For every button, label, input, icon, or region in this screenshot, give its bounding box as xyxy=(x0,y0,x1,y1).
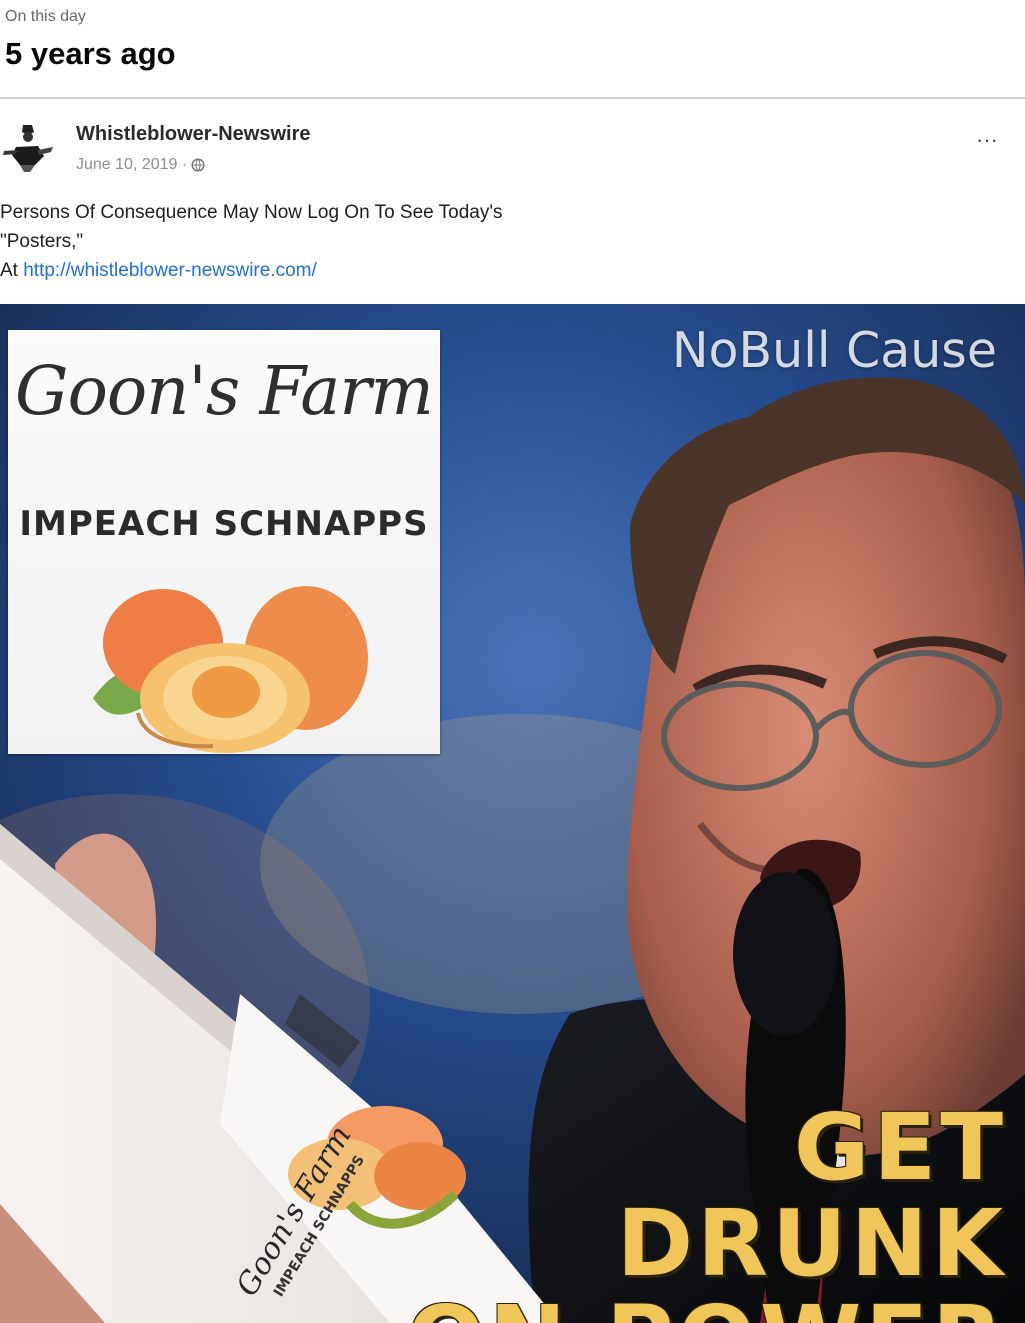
card-brand-title: Goon's Farm xyxy=(15,352,434,430)
post-header: Whistleblower-Newswire June 10, 2019 · ·… xyxy=(0,99,1025,199)
author-name[interactable]: Whistleblower-Newswire xyxy=(76,123,311,146)
product-card: Goon's Farm IMPEACH SCHNAPPS xyxy=(8,330,440,754)
woodcut-avatar-icon xyxy=(0,117,56,173)
post-image[interactable]: Goon's Farm IMPEACH SCHNAPPS NoBull Caus… xyxy=(0,304,1025,1323)
watermark: NoBull Cause xyxy=(671,322,997,379)
post-link-line: At http://whistleblower-newswire.com/ xyxy=(0,256,700,285)
post-text-line-1: Persons Of Consequence May Now Log On To… xyxy=(0,202,503,223)
author-avatar[interactable] xyxy=(0,117,56,173)
headline-line-1: GET DRUNK xyxy=(616,1094,1007,1297)
post-link[interactable]: http://whistleblower-newswire.com/ xyxy=(23,260,317,281)
memory-title: 5 years ago xyxy=(5,36,176,71)
post-meta: June 10, 2019 · xyxy=(76,156,205,174)
card-product-name: IMPEACH SCHNAPPS xyxy=(19,504,429,544)
post-date[interactable]: June 10, 2019 · xyxy=(76,156,187,174)
more-options-button[interactable]: ··· xyxy=(970,129,1004,157)
post-link-prefix: At xyxy=(0,260,18,281)
headline-line-2: ON POWER xyxy=(387,1292,1007,1323)
memory-kicker: On this day xyxy=(5,8,86,25)
peach-illustration-icon xyxy=(93,586,368,753)
post-text: Persons Of Consequence May Now Log On To… xyxy=(0,198,700,285)
globe-icon xyxy=(191,158,205,172)
memory-header: On this day 5 years ago xyxy=(0,0,1025,98)
post-text-line-2: "Posters," xyxy=(0,231,84,252)
meme-headline: GET DRUNK ON POWER xyxy=(387,1100,1007,1323)
